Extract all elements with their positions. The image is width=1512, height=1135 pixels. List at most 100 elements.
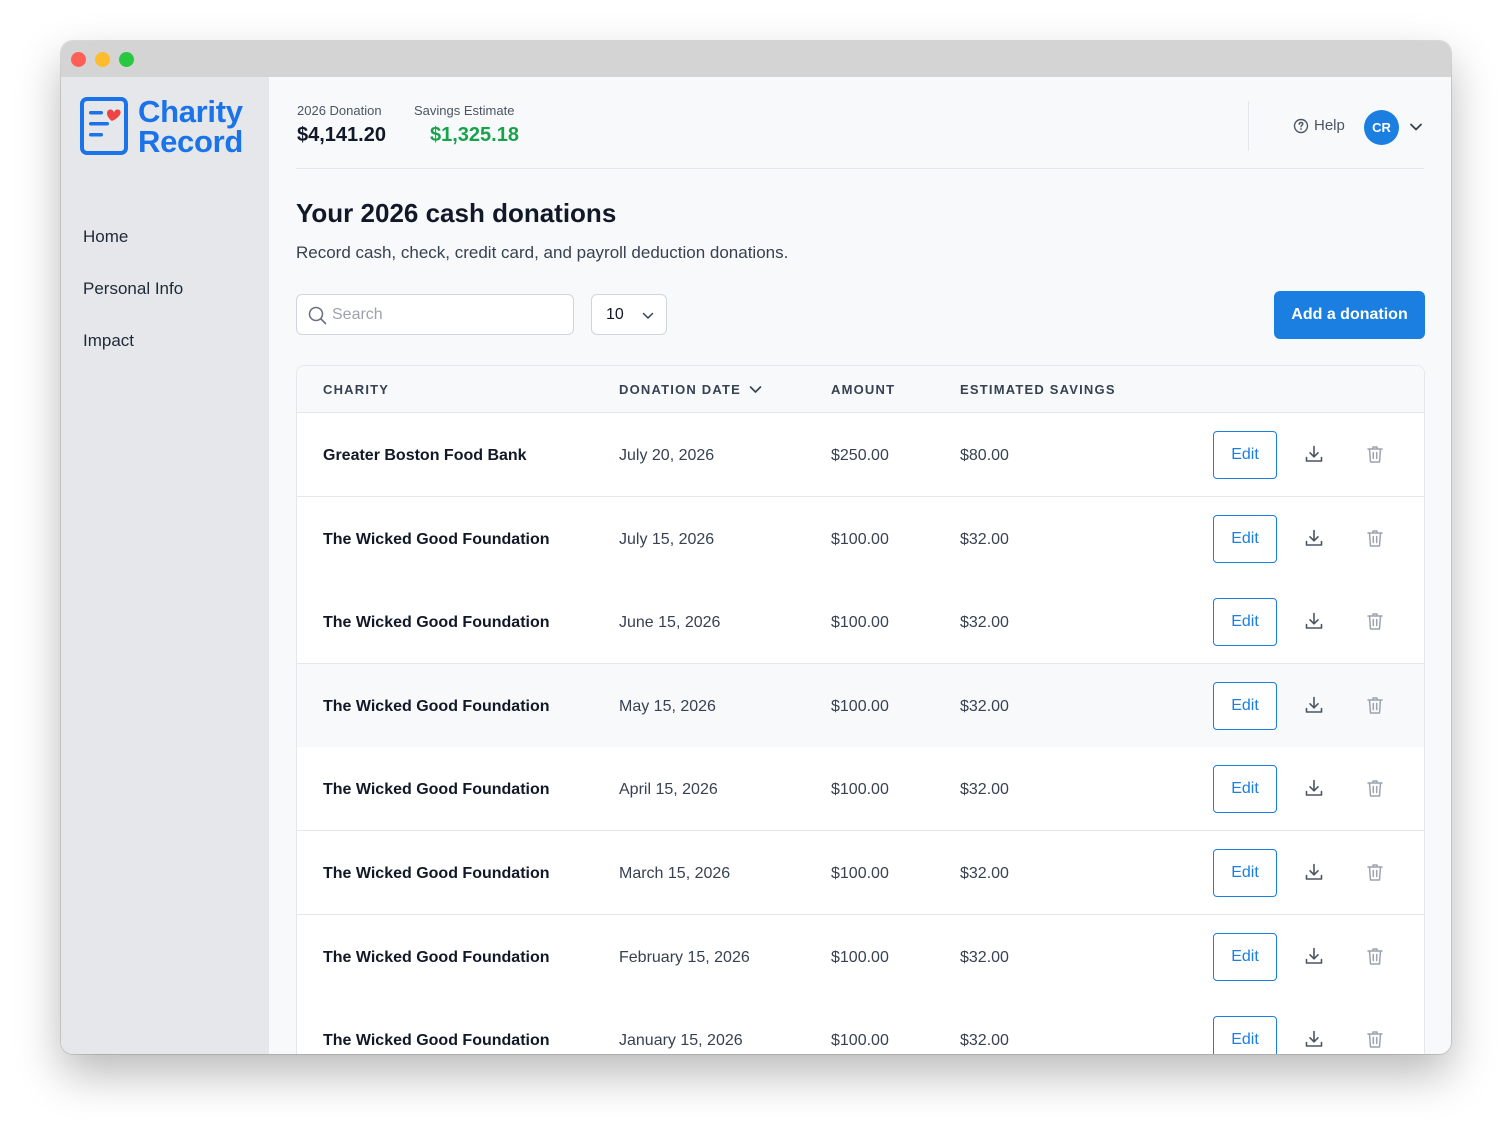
charity-cell: The Wicked Good Foundation [323,1032,550,1050]
help-link[interactable]: Help [1293,117,1345,134]
trash-icon[interactable] [1365,862,1385,887]
search-icon [308,306,327,325]
donation-total-stat: 2026 Donation $4,141.20 [297,103,386,147]
sidebar-item-home[interactable]: Home [83,227,128,247]
donation-date-cell: June 15, 2026 [619,614,721,632]
edit-button[interactable]: Edit [1213,1016,1277,1054]
donation-date-cell: January 15, 2026 [619,1032,743,1050]
download-icon[interactable] [1304,778,1324,803]
trash-icon[interactable] [1365,778,1385,803]
page-title: Your 2026 cash donations [296,198,617,228]
main-content: 2026 Donation $4,141.20 Savings Estimate… [269,77,1451,1054]
sort-descending-icon [749,386,762,393]
trash-icon[interactable] [1365,611,1385,636]
minimize-window-button[interactable] [95,52,110,67]
donation-date-cell: February 15, 2026 [619,948,750,966]
sidebar-item-impact[interactable]: Impact [83,331,134,351]
download-icon[interactable] [1304,946,1324,971]
estimated-savings-cell: $32.00 [960,865,1009,882]
column-header-estimated-savings[interactable]: ESTIMATED SAVINGS [960,382,1116,397]
page-size-select[interactable]: 10 [591,294,667,335]
page-size-value: 10 [606,306,624,323]
app-logo[interactable]: Charity Record [80,94,255,159]
amount-cell: $100.00 [831,865,889,882]
donation-date-cell: May 15, 2026 [619,697,716,715]
charity-cell: The Wicked Good Foundation [323,781,550,799]
estimated-savings-cell: $32.00 [960,948,1009,966]
trash-icon[interactable] [1365,1029,1385,1054]
edit-button[interactable]: Edit [1213,431,1277,479]
donation-date-cell: March 15, 2026 [619,865,731,882]
sidebar-item-personal-info[interactable]: Personal Info [83,279,183,299]
edit-button[interactable]: Edit [1213,514,1277,563]
edit-button[interactable]: Edit [1213,765,1277,814]
estimated-savings-cell: $32.00 [960,781,1009,799]
charity-cell: The Wicked Good Foundation [323,614,550,632]
download-icon[interactable] [1304,1029,1324,1054]
download-icon[interactable] [1304,528,1324,553]
amount-cell: $100.00 [831,948,889,966]
edit-button[interactable]: Edit [1213,849,1277,897]
amount-cell: $100.00 [831,781,889,799]
sidebar: Charity Record Home Personal Info Impact [61,77,269,1054]
charity-cell: The Wicked Good Foundation [323,865,550,882]
estimated-savings-cell: $32.00 [960,1032,1009,1050]
table-row: The Wicked Good Foundation June 15, 2026 $… [297,580,1424,665]
help-label: Help [1314,117,1345,134]
app-logo-text: Charity Record [138,94,244,159]
donation-total-label: 2026 Donation [297,103,382,118]
zoom-window-button[interactable] [119,52,134,67]
table-row: The Wicked Good Foundation March 15, 2026… [297,831,1424,915]
help-icon [1293,118,1309,133]
table-row: Greater Boston Food Bank July 20, 2026 $25… [297,413,1424,497]
search-input[interactable] [332,295,567,334]
table-row: The Wicked Good Foundation May 15, 2026 $1… [297,663,1424,748]
column-header-donation-date[interactable]: DONATION DATE [619,382,762,397]
app-window: Charity Record Home Personal Info Impact… [61,41,1451,1054]
page-subtitle: Record cash, check, credit card, and pay… [296,243,789,262]
add-donation-button[interactable]: Add a donation [1274,291,1425,339]
table-row: The Wicked Good Foundation February 15, 2… [297,914,1424,999]
chevron-down-icon [642,312,654,319]
search-box[interactable] [296,294,574,335]
edit-button[interactable]: Edit [1213,681,1277,730]
avatar[interactable]: CR [1364,110,1399,145]
download-icon[interactable] [1304,695,1324,720]
amount-cell: $250.00 [831,447,889,464]
record-heart-icon [80,97,128,155]
trash-icon[interactable] [1365,695,1385,720]
download-icon[interactable] [1304,611,1324,636]
table-row: The Wicked Good Foundation July 15, 2026 $… [297,496,1424,581]
column-header-amount[interactable]: AMOUNT [831,382,895,397]
table-header: CHARITY DONATION DATE AMOUNT ESTIMATED S… [297,366,1424,413]
table-row: The Wicked Good Foundation April 15, 2026… [297,747,1424,832]
header-separator [296,168,1424,169]
estimated-savings-cell: $32.00 [960,614,1009,632]
savings-estimate-label: Savings Estimate [414,103,515,118]
charity-cell: The Wicked Good Foundation [323,948,550,966]
estimated-savings-cell: $32.00 [960,697,1009,715]
estimated-savings-cell: $32.00 [960,530,1009,548]
savings-estimate-value: $1,325.18 [430,124,519,146]
donation-date-cell: July 20, 2026 [619,447,715,464]
donation-total-value: $4,141.20 [297,124,386,146]
close-window-button[interactable] [71,52,86,67]
donation-date-cell: July 15, 2026 [619,530,715,548]
column-header-charity[interactable]: CHARITY [323,382,389,397]
trash-icon[interactable] [1365,528,1385,553]
trash-icon[interactable] [1365,946,1385,971]
amount-cell: $100.00 [831,614,889,632]
estimated-savings-cell: $80.00 [960,447,1009,464]
trash-icon[interactable] [1365,444,1385,469]
chevron-down-icon[interactable] [1409,120,1423,134]
download-icon[interactable] [1304,444,1324,469]
amount-cell: $100.00 [831,1032,889,1050]
charity-cell: The Wicked Good Foundation [323,697,550,715]
charity-cell: Greater Boston Food Bank [323,447,527,464]
edit-button[interactable]: Edit [1213,598,1277,647]
savings-estimate-stat: Savings Estimate $1,325.18 [414,103,519,147]
edit-button[interactable]: Edit [1213,932,1277,981]
charity-cell: The Wicked Good Foundation [323,530,550,548]
donation-date-cell: April 15, 2026 [619,781,718,799]
download-icon[interactable] [1304,862,1324,887]
